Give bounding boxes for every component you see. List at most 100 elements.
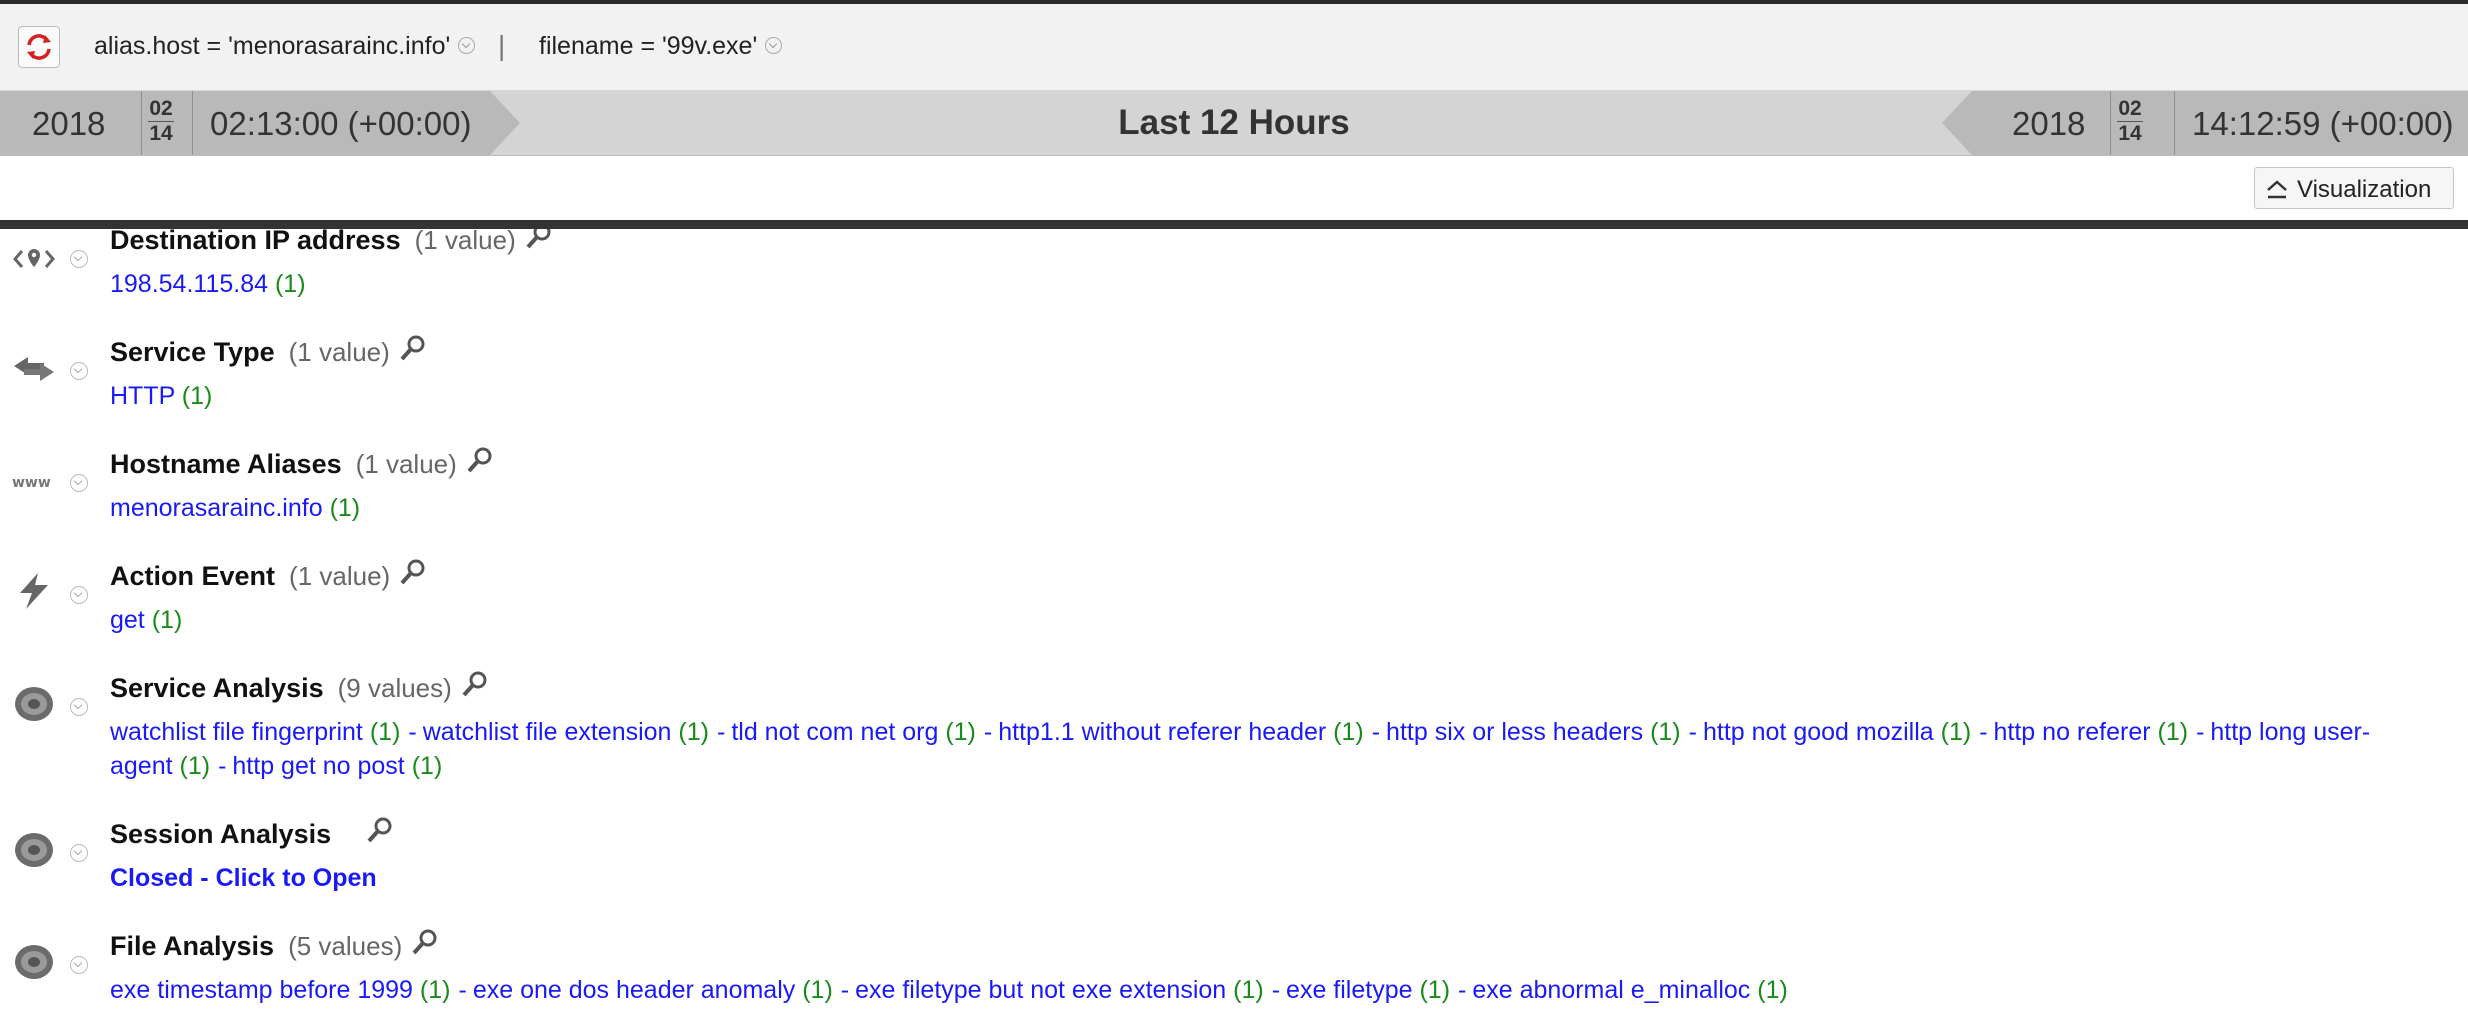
- section-title-text: Service Analysis: [110, 673, 324, 703]
- search-magnifier-icon[interactable]: [465, 445, 495, 475]
- section-values: Closed - Click to Open: [110, 861, 2430, 895]
- end-month: 02: [2118, 97, 2142, 120]
- section-toggle[interactable]: [70, 956, 88, 974]
- section-title: Action Event (1 value): [110, 559, 428, 593]
- lightning-icon: [20, 573, 48, 609]
- value-link[interactable]: get: [110, 606, 145, 634]
- section-title-text: Service Type: [110, 337, 275, 367]
- filter-alias-host[interactable]: alias.host = 'menorasarainc.info': [94, 32, 476, 61]
- section-toggle[interactable]: [70, 586, 88, 604]
- end-time: 14:12:59 (+00:00): [2192, 105, 2454, 142]
- section-count: (5 values): [288, 931, 403, 961]
- value-link[interactable]: tld not com net org: [731, 718, 938, 746]
- section-count: (1 value): [289, 561, 391, 591]
- divider-bar: [0, 220, 2468, 229]
- search-magnifier-icon[interactable]: [398, 557, 428, 587]
- section-title: File Analysis (5 values): [110, 929, 440, 963]
- divider: [192, 91, 193, 155]
- section-toggle[interactable]: [70, 250, 88, 268]
- value-count: (1): [181, 382, 213, 410]
- section-values: menorasarainc.info (1): [110, 491, 2430, 525]
- section-values: 198.54.115.84 (1): [110, 267, 2430, 301]
- chevron-down-icon[interactable]: [458, 36, 476, 54]
- toolbar: Visualization: [0, 156, 2468, 220]
- visualization-button[interactable]: Visualization: [2254, 167, 2454, 209]
- refresh-button[interactable]: [18, 26, 60, 68]
- end-day: 14: [2118, 122, 2142, 145]
- section-toggle[interactable]: [70, 474, 88, 492]
- start-time: 02:13:00 (+00:00): [210, 105, 472, 142]
- start-day: 14: [149, 122, 173, 145]
- section-toggle[interactable]: [70, 362, 88, 380]
- value-link[interactable]: http not good mozilla: [1703, 718, 1934, 746]
- open-section-link[interactable]: Closed - Click to Open: [110, 864, 377, 892]
- value-link[interactable]: exe abnormal e_minalloc: [1472, 976, 1750, 1004]
- section-toggle[interactable]: [70, 698, 88, 716]
- time-start[interactable]: 2018 02 14 02:13:00 (+00:00): [0, 91, 520, 155]
- section-title-text: Destination IP address: [110, 229, 401, 255]
- section-values: watchlist file fingerprint (1) - watchlist…: [110, 718, 2371, 780]
- value-link[interactable]: watchlist file extension: [423, 718, 672, 746]
- value-count: (1): [945, 718, 976, 746]
- end-year: 2018: [2012, 105, 2086, 142]
- value-count: (1): [1419, 976, 1451, 1004]
- value-link[interactable]: 198.54.115.84: [110, 270, 268, 298]
- value-count: (1): [329, 494, 361, 522]
- value-link[interactable]: exe filetype: [1286, 976, 1412, 1004]
- start-year: 2018: [32, 105, 106, 142]
- section-title-text: File Analysis: [110, 931, 275, 961]
- section-values: exe timestamp before 1999 (1) - exe one do…: [110, 976, 1788, 1004]
- divider: [2174, 91, 2175, 155]
- value-count: (1): [419, 976, 451, 1004]
- value-link[interactable]: menorasarainc.info: [110, 494, 323, 522]
- value-link[interactable]: exe one dos header anomaly: [473, 976, 795, 1004]
- section-count: (1 value): [355, 449, 457, 479]
- filter-bar: alias.host = 'menorasarainc.info' | file…: [0, 4, 2468, 91]
- time-end[interactable]: 2018 02 14 14:12:59 (+00:00): [1942, 91, 2468, 155]
- www-icon: www: [12, 475, 51, 491]
- svg-text:www: www: [12, 475, 51, 491]
- analysis-disc-icon: [15, 833, 53, 867]
- value-count: (1): [411, 752, 443, 780]
- search-magnifier-icon[interactable]: [398, 333, 428, 363]
- value-link[interactable]: http six or less headers: [1386, 718, 1643, 746]
- section-title: Hostname Aliases (1 value): [110, 447, 495, 481]
- filter-filename[interactable]: filename = '99v.exe': [539, 32, 783, 61]
- value-link[interactable]: http no referer: [1994, 718, 2151, 746]
- value-count: (1): [274, 270, 306, 298]
- time-range-label[interactable]: Last 12 Hours: [1020, 103, 1448, 143]
- value-link[interactable]: http1.1 without referer header: [998, 718, 1326, 746]
- end-month-day: 02 14: [2110, 97, 2150, 146]
- value-link[interactable]: HTTP: [110, 382, 175, 410]
- search-magnifier-icon[interactable]: [410, 927, 440, 957]
- value-link[interactable]: exe timestamp before 1999: [110, 976, 413, 1004]
- section-title: Service Analysis (9 values): [110, 671, 490, 705]
- section-title: Session Analysis: [110, 817, 395, 851]
- search-magnifier-icon[interactable]: [365, 815, 395, 845]
- section-title: Service Type (1 value): [110, 335, 428, 369]
- analysis-disc-icon: [15, 945, 53, 979]
- search-magnifier-icon[interactable]: [460, 669, 490, 699]
- filter-text: alias.host = 'menorasarainc.info': [94, 32, 451, 60]
- analysis-disc-icon: [15, 687, 53, 721]
- value-count: (1): [802, 976, 833, 1004]
- value-link[interactable]: exe filetype but not exe extension: [855, 976, 1226, 1004]
- time-range-bar: 2018 02 14 02:13:00 (+00:00) Last 12 Hou…: [0, 91, 2468, 156]
- filter-text: filename = '99v.exe': [539, 32, 758, 60]
- section-count: (1 value): [414, 229, 516, 255]
- chevron-up-icon: [2267, 180, 2287, 199]
- value-link[interactable]: watchlist file fingerprint: [110, 718, 363, 746]
- search-magnifier-icon[interactable]: [524, 229, 554, 251]
- value-count: (1): [1650, 718, 1681, 746]
- value-count: (1): [151, 606, 183, 634]
- start-month-day: 02 14: [141, 97, 181, 146]
- visualization-label: Visualization: [2297, 176, 2432, 203]
- section-toggle[interactable]: [70, 844, 88, 862]
- section-title-text: Action Event: [110, 561, 276, 591]
- value-count: (1): [179, 752, 211, 780]
- chevron-down-icon[interactable]: [765, 36, 783, 54]
- value-count: (1): [1940, 718, 1972, 746]
- start-month: 02: [149, 97, 173, 120]
- value-link[interactable]: http get no post: [232, 752, 404, 780]
- section-values: HTTP (1): [110, 379, 2430, 413]
